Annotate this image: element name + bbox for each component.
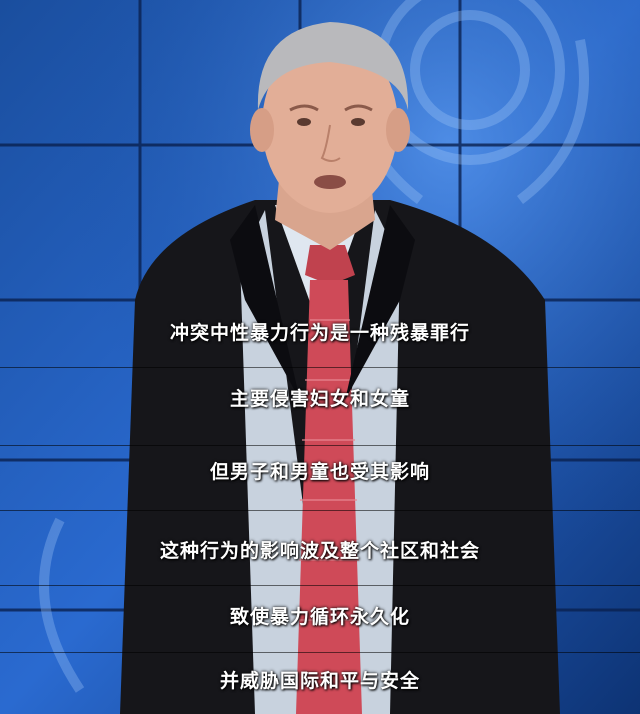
subtitle-3: 但男子和男童也受其影响 [209,461,430,483]
frame-divider [0,367,640,368]
subtitle-2: 主要侵害妇女和女童 [229,388,410,410]
subtitle-4: 这种行为的影响波及整个社区和社会 [159,540,480,562]
video-stills-collage: 冲突中性暴力行为是一种残暴罪行 主要侵害妇女和女童 但男子和男童也受其影响 这种… [0,0,640,714]
subtitle-5: 致使暴力循环永久化 [229,606,410,628]
subtitle-1: 冲突中性暴力行为是一种残暴罪行 [169,322,470,344]
frame-divider [0,510,640,511]
video-frame-1 [0,0,640,367]
frame-divider [0,585,640,586]
frame-divider [0,445,640,446]
subtitle-6: 并威胁国际和平与安全 [219,670,420,692]
frame-divider [0,652,640,653]
